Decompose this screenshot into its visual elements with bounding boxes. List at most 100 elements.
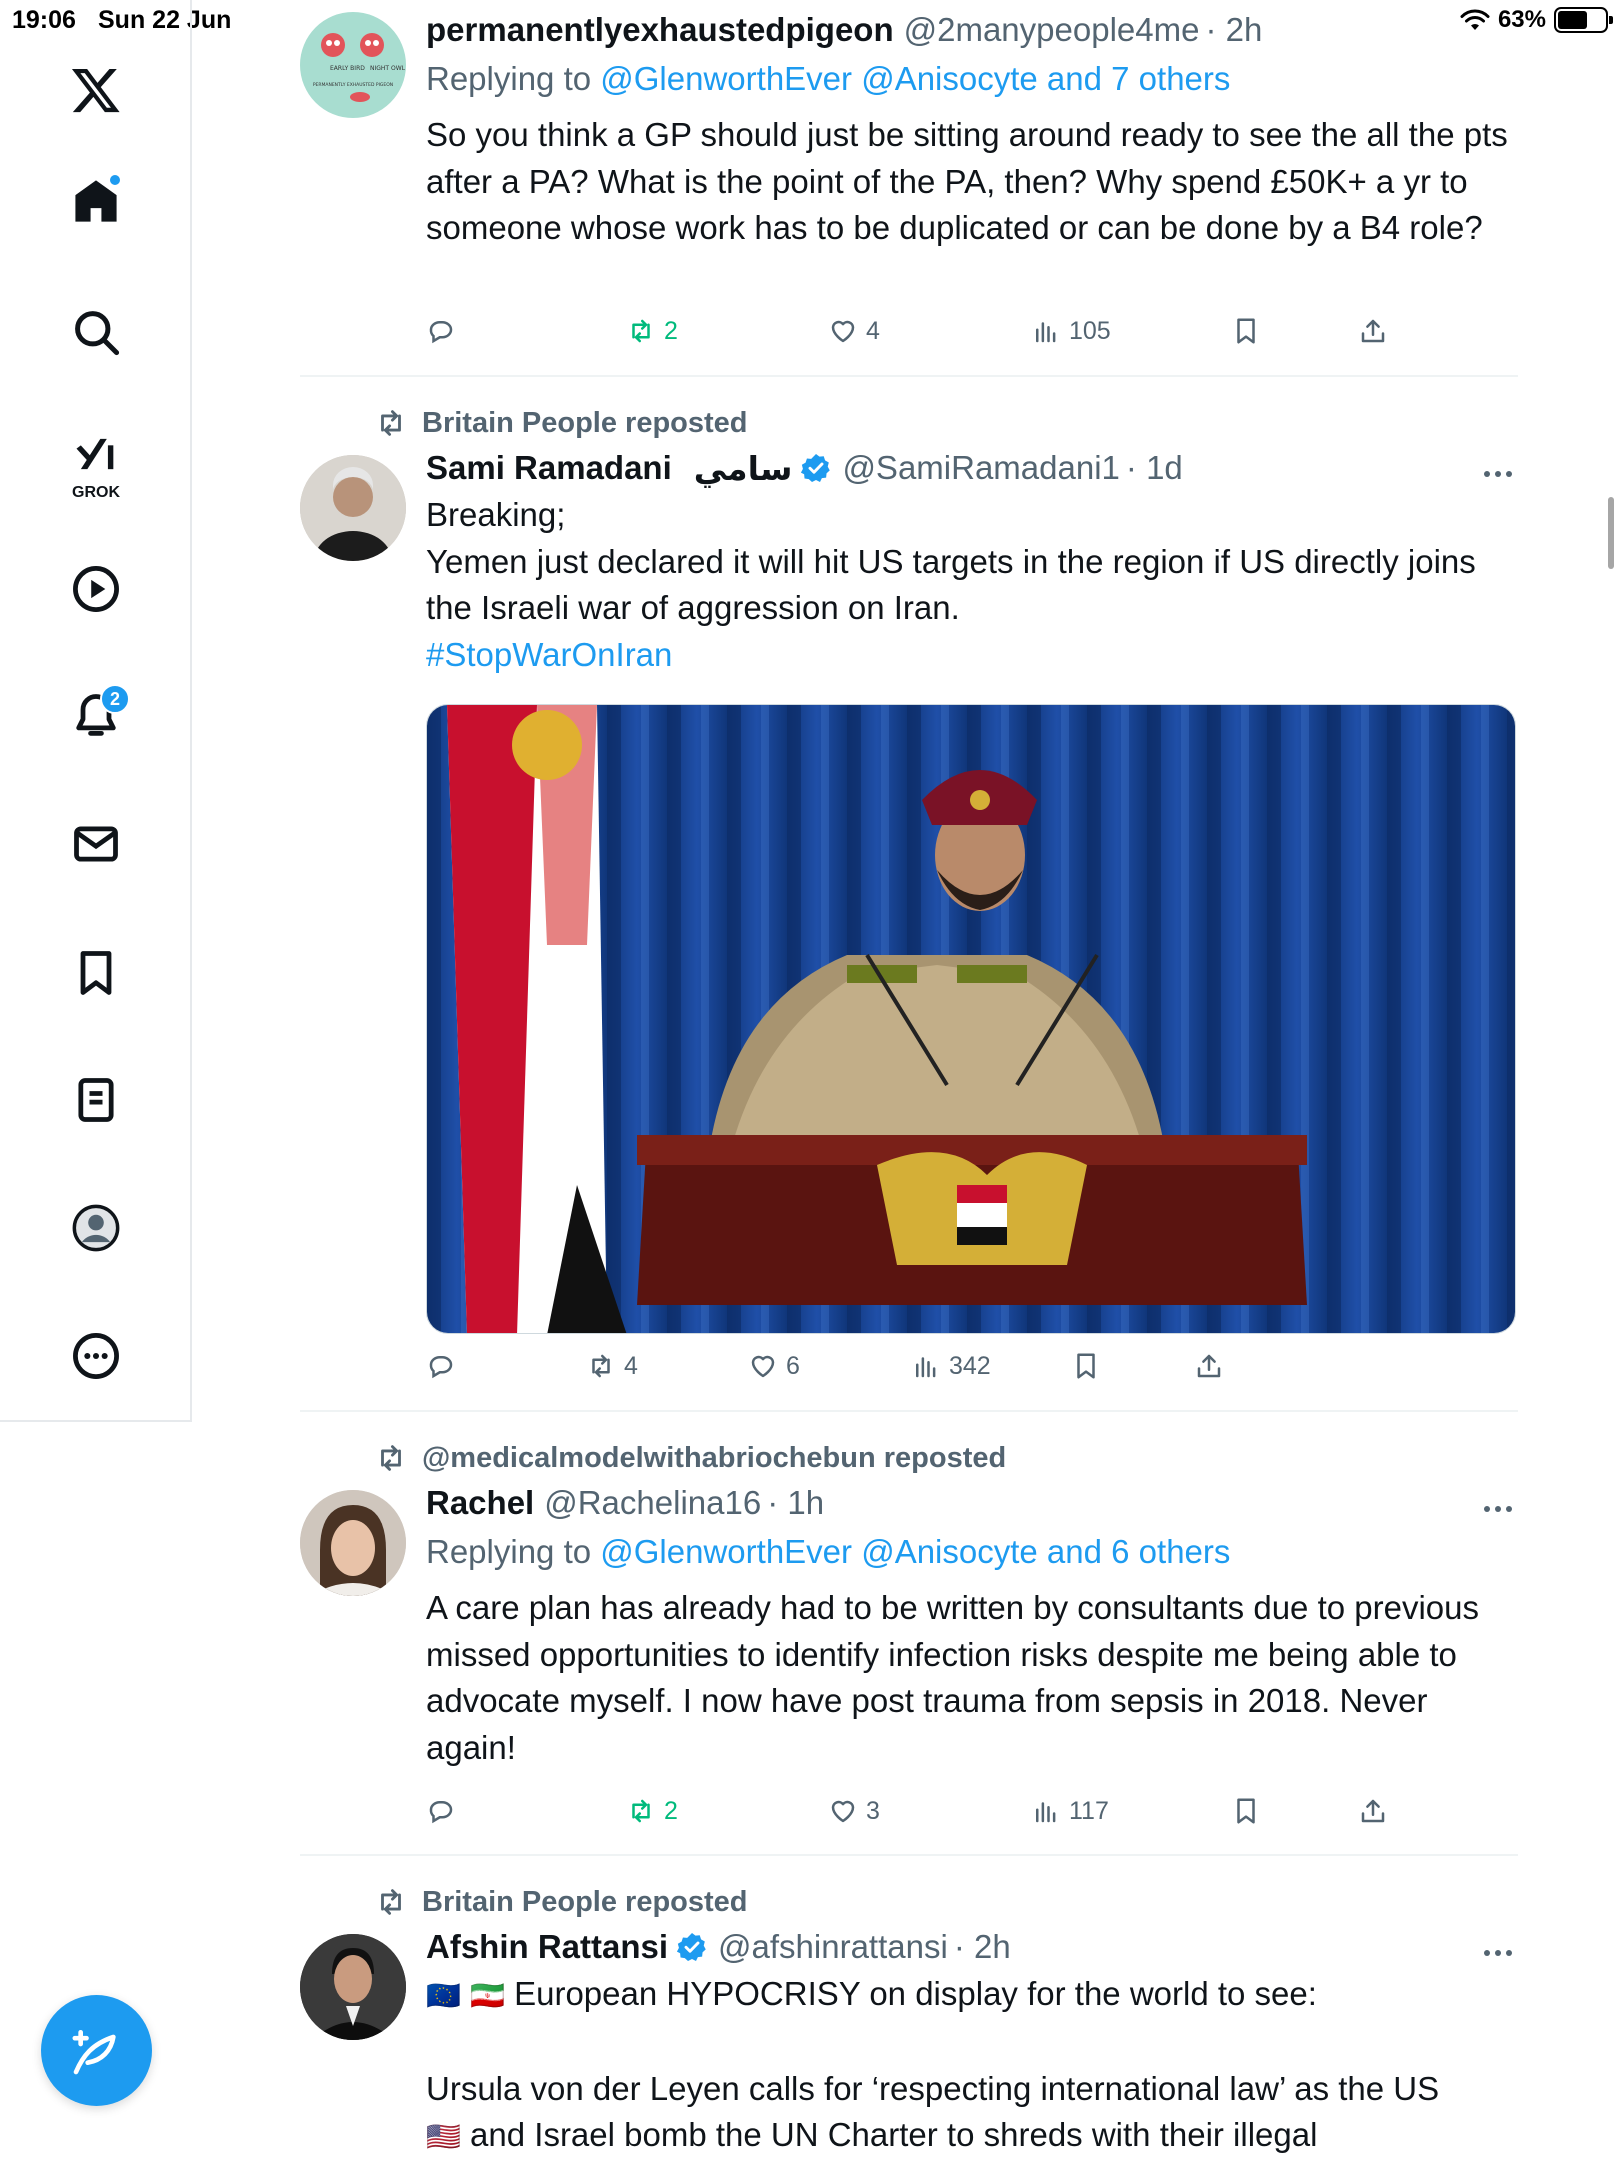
like-button[interactable]: 3 xyxy=(828,1788,880,1834)
sidebar-item-grok[interactable]: GROK xyxy=(56,418,136,508)
post-text: A care plan has already had to be writte… xyxy=(426,1589,1479,1766)
avatar[interactable] xyxy=(300,455,406,561)
sidebar-item-home[interactable] xyxy=(56,161,136,241)
repost-context: Britain People reposted xyxy=(374,403,748,443)
views-button[interactable]: 342 xyxy=(911,1343,991,1389)
like-button[interactable]: 4 xyxy=(828,308,880,354)
play-icon xyxy=(73,566,119,612)
sidebar-item-profile[interactable] xyxy=(56,1188,136,1268)
post-header: Sami Ramadani سامي @SamiRamadani1 · 1d xyxy=(426,444,1518,492)
post[interactable]: Britain People reposted Afshin Rattansi … xyxy=(300,1856,1518,2160)
search-icon xyxy=(75,311,120,356)
reposted-by[interactable]: @medicalmodelwithabriochebun reposted xyxy=(422,1442,1006,1475)
post-time[interactable]: · 1h xyxy=(767,1484,824,1522)
scrollbar[interactable] xyxy=(1608,497,1614,569)
reposted-by[interactable]: Britain People reposted xyxy=(422,407,748,440)
post-actions: 4 6 342 xyxy=(426,1343,1518,1389)
views-count: 342 xyxy=(949,1351,991,1380)
x-logo-icon[interactable] xyxy=(56,50,136,130)
post-content: Rachel @Rachelina16 · 1h Replying to @Gl… xyxy=(426,1479,1518,1771)
post[interactable]: EARLY BIRD NIGHT OWL PERMANENTLY EXHAUST… xyxy=(300,0,1518,377)
post-time[interactable]: · 2h xyxy=(1205,11,1262,49)
post-image[interactable] xyxy=(426,704,1516,1334)
hashtag-link[interactable]: #StopWarOnIran xyxy=(426,632,1518,679)
post-text-line: and Israel bomb the UN Charter to shreds… xyxy=(470,2116,1318,2153)
author-name[interactable]: permanentlyexhaustedpigeon xyxy=(426,11,894,49)
grok-label: GROK xyxy=(72,484,120,501)
sidebar-item-explore[interactable] xyxy=(56,292,136,372)
post-text-line: Ursula von der Leyen calls for ‘respecti… xyxy=(426,2069,1440,2107)
sidebar-item-bookmarks[interactable] xyxy=(56,933,136,1013)
heart-icon xyxy=(831,320,855,343)
post[interactable]: Britain People reposted Sami Ramadani سا… xyxy=(300,377,1518,1412)
bookmark-icon xyxy=(80,951,112,995)
reply-button[interactable] xyxy=(426,308,456,354)
repost-button[interactable]: 2 xyxy=(626,1788,678,1834)
verified-badge-icon xyxy=(676,1933,706,1961)
more-options-button[interactable] xyxy=(1478,459,1518,489)
replying-to-prefix: Replying to xyxy=(426,1533,601,1570)
views-button[interactable]: 117 xyxy=(1031,1788,1109,1834)
replying-to-prefix: Replying to xyxy=(426,60,601,97)
reposted-by[interactable]: Britain People reposted xyxy=(422,1886,748,1919)
compose-button[interactable] xyxy=(41,1995,152,2106)
avatar[interactable]: EARLY BIRD NIGHT OWL PERMANENTLY EXHAUST… xyxy=(300,12,406,118)
author-name[interactable]: Sami Ramadani xyxy=(426,449,672,487)
post-header: Afshin Rattansi @afshinrattansi · 2h xyxy=(426,1923,1518,1971)
post-content: permanentlyexhaustedpigeon @2manypeople4… xyxy=(426,6,1518,252)
reply-icon xyxy=(429,321,453,344)
share-button[interactable] xyxy=(1194,1343,1224,1389)
replying-to-users[interactable]: @GlenworthEver @Anisocyte and 6 others xyxy=(600,1533,1230,1571)
sidebar-item-notifications[interactable]: 2 xyxy=(56,676,136,756)
more-options-button[interactable] xyxy=(1478,1494,1518,1524)
share-icon xyxy=(1361,319,1385,343)
replying-to: Replying to @GlenworthEver @Anisocyte an… xyxy=(426,1527,1518,1577)
avatar-text-early-bird: EARLY BIRD xyxy=(330,65,365,72)
post-header: Rachel @Rachelina16 · 1h xyxy=(426,1479,1518,1527)
share-button[interactable] xyxy=(1358,1788,1388,1834)
author-name[interactable]: Rachel xyxy=(426,1484,534,1522)
avatar[interactable] xyxy=(300,1934,406,2040)
post-actions: 2 4 105 xyxy=(426,308,1518,354)
notification-count-badge: 2 xyxy=(100,684,130,714)
author-name-arabic[interactable]: سامي xyxy=(694,449,793,488)
reply-button[interactable] xyxy=(426,1788,456,1834)
share-icon xyxy=(1197,1354,1221,1378)
bookmark-button[interactable] xyxy=(1071,1343,1101,1389)
repost-button[interactable]: 4 xyxy=(586,1343,638,1389)
share-button[interactable] xyxy=(1358,308,1388,354)
post-time[interactable]: · 2h xyxy=(954,1928,1011,1966)
bookmark-icon xyxy=(1077,1353,1095,1379)
reply-button[interactable] xyxy=(426,1343,456,1389)
like-count: 6 xyxy=(786,1351,800,1380)
sidebar-item-lists[interactable] xyxy=(56,1060,136,1140)
sidebar: GROK 2 xyxy=(0,0,192,1422)
bookmark-button[interactable] xyxy=(1231,308,1261,354)
author-handle[interactable]: @afshinrattansi xyxy=(718,1928,948,1966)
sidebar-item-more[interactable] xyxy=(56,1316,136,1396)
avatar[interactable] xyxy=(300,1490,406,1596)
sidebar-item-video[interactable] xyxy=(56,549,136,629)
post-time[interactable]: · 1d xyxy=(1126,449,1183,487)
more-options-button[interactable] xyxy=(1478,1938,1518,1968)
repost-count: 2 xyxy=(664,316,678,345)
replying-to: Replying to @GlenworthEver @Anisocyte an… xyxy=(426,54,1518,104)
author-handle[interactable]: @Rachelina16 xyxy=(544,1484,761,1522)
bookmark-button[interactable] xyxy=(1231,1788,1261,1834)
repost-context: Britain People reposted xyxy=(374,1882,748,1922)
author-handle[interactable]: @2manypeople4me xyxy=(904,11,1200,49)
like-button[interactable]: 6 xyxy=(748,1343,800,1389)
notification-dot xyxy=(108,173,122,187)
post-content: Afshin Rattansi @afshinrattansi · 2h 🇪🇺 … xyxy=(426,1923,1518,2160)
post-actions: 2 3 117 xyxy=(426,1788,1518,1834)
sidebar-item-messages[interactable] xyxy=(56,804,136,884)
post[interactable]: @medicalmodelwithabriochebun reposted Ra… xyxy=(300,1412,1518,1856)
replying-to-users[interactable]: @GlenworthEver @Anisocyte and 7 others xyxy=(600,60,1230,98)
views-button[interactable]: 105 xyxy=(1031,308,1111,354)
repost-button[interactable]: 2 xyxy=(626,308,678,354)
author-handle[interactable]: @SamiRamadani1 xyxy=(842,449,1119,487)
author-name[interactable]: Afshin Rattansi xyxy=(426,1928,668,1966)
grok-icon xyxy=(76,438,114,470)
compose-feather-icon xyxy=(72,2029,116,2074)
repost-icon xyxy=(592,1354,610,1378)
